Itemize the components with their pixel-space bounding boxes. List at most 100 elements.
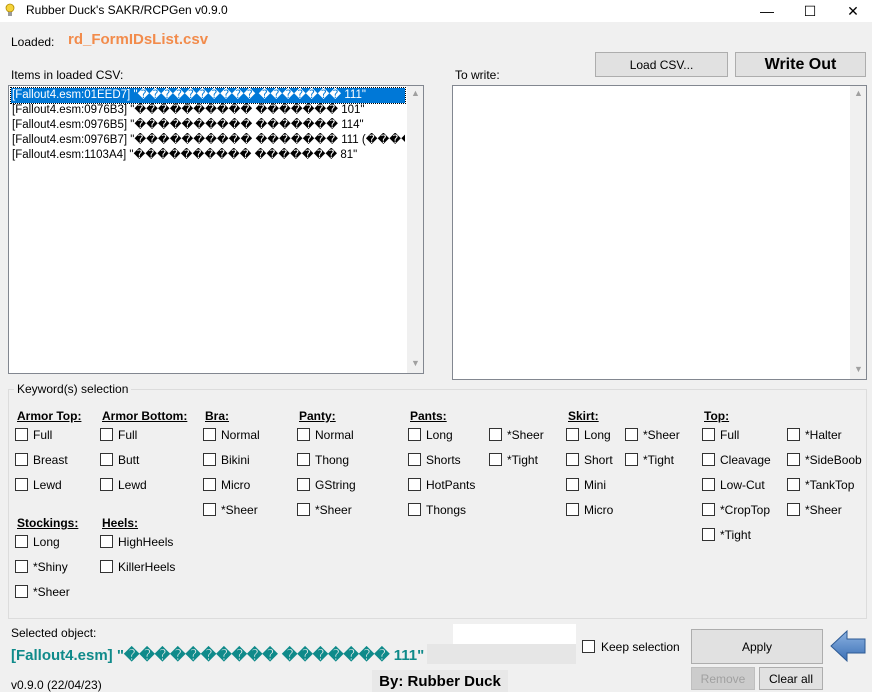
scroll-down-icon[interactable]: ▼ — [854, 364, 863, 374]
list-item[interactable]: [Fallout4.esm:0976B3] "���������� ������… — [11, 103, 405, 118]
keep-selection-label: Keep selection — [601, 640, 680, 654]
csv-items-list[interactable]: [Fallout4.esm:01EED7] "���������� ������… — [8, 85, 424, 374]
stockings-shiny-checkbox[interactable] — [15, 560, 28, 573]
checkbox-label: Cleavage — [720, 453, 771, 467]
to-write-scrollbar[interactable]: ▲ ▼ — [850, 86, 866, 379]
top-full-checkbox[interactable] — [702, 428, 715, 441]
panty-normal-checkbox[interactable] — [297, 428, 310, 441]
to-write-label: To write: — [455, 68, 500, 82]
checkbox-label: Lewd — [118, 478, 147, 492]
checkbox-label: Breast — [33, 453, 68, 467]
checkbox-label: *SideBoob — [805, 453, 862, 467]
checkbox-label: *Halter — [805, 428, 842, 442]
bra-micro-checkbox[interactable] — [203, 478, 216, 491]
checkbox-label: Micro — [584, 503, 614, 517]
list-item[interactable]: [Fallout4.esm:0976B7] "���������� ������… — [11, 133, 405, 148]
checkbox-label: *Sheer — [643, 428, 680, 442]
to-write-textbox[interactable]: ▲ ▼ — [452, 85, 867, 380]
stockings-long-checkbox[interactable] — [15, 535, 28, 548]
list-item[interactable]: [Fallout4.esm:01EED7] "���������� ������… — [10, 87, 406, 104]
bra-normal-checkbox[interactable] — [203, 428, 216, 441]
output-textbox-bottom[interactable] — [453, 624, 576, 644]
armor-top-full-checkbox[interactable] — [15, 428, 28, 441]
checkbox-label: *Sheer — [221, 503, 258, 517]
checkbox-label: *TankTop — [805, 478, 855, 492]
checkbox-label: Normal — [221, 428, 260, 442]
bra-bikini-checkbox[interactable] — [203, 453, 216, 466]
checkbox-label: Mini — [584, 478, 607, 492]
loaded-label: Loaded: — [11, 35, 55, 49]
top-sideboob-checkbox[interactable] — [787, 453, 800, 466]
clear-all-button[interactable]: Clear all — [759, 667, 823, 690]
checkbox-label: *Sheer — [315, 503, 352, 517]
skirt-micro-checkbox[interactable] — [566, 503, 579, 516]
selected-object-label: Selected object: — [11, 626, 97, 640]
armor-top-lewd-checkbox[interactable] — [15, 478, 28, 491]
remove-button[interactable]: Remove — [691, 667, 755, 690]
list-item[interactable]: [Fallout4.esm:1103A4] "���������� ������… — [11, 148, 405, 163]
minimize-button[interactable]: — — [746, 0, 788, 22]
skirt-mini-checkbox[interactable] — [566, 478, 579, 491]
bra-title: Bra: — [205, 409, 230, 423]
write-out-button[interactable]: Write Out — [735, 52, 866, 77]
window-title: Rubber Duck's SAKR/RCPGen v0.9.0 — [26, 3, 228, 17]
pants-thongs-checkbox[interactable] — [408, 503, 421, 516]
scroll-up-icon[interactable]: ▲ — [411, 88, 420, 98]
pants-long-checkbox[interactable] — [408, 428, 421, 441]
armor-bottom-title: Armor Bottom: — [102, 409, 188, 423]
checkbox-label: *Sheer — [805, 503, 842, 517]
armor-bottom-butt-checkbox[interactable] — [100, 453, 113, 466]
top-halter-checkbox[interactable] — [787, 428, 800, 441]
scroll-down-icon[interactable]: ▼ — [411, 358, 420, 368]
skirt-sheer-checkbox[interactable] — [625, 428, 638, 441]
top-cleavage-checkbox[interactable] — [702, 453, 715, 466]
keep-selection-checkbox[interactable] — [582, 640, 595, 653]
checkbox-label: HotPants — [426, 478, 476, 492]
pants-tight-checkbox[interactable] — [489, 453, 502, 466]
selected-object-value: [Fallout4.esm] "���������� ������� 111" — [11, 647, 425, 664]
checkbox-label: Shorts — [426, 453, 461, 467]
skirt-short-checkbox[interactable] — [566, 453, 579, 466]
stockings-sheer-checkbox[interactable] — [15, 585, 28, 598]
checkbox-label: *Sheer — [33, 585, 70, 599]
scroll-up-icon[interactable]: ▲ — [854, 88, 863, 98]
heels-highheels-checkbox[interactable] — [100, 535, 113, 548]
stockings-title: Stockings: — [17, 516, 79, 530]
top-croptop-checkbox[interactable] — [702, 503, 715, 516]
list-item[interactable]: [Fallout4.esm:0976B5] "���������� ������… — [11, 118, 405, 133]
armor-bottom-full-checkbox[interactable] — [100, 428, 113, 441]
bra-sheer-checkbox[interactable] — [203, 503, 216, 516]
skirt-title: Skirt: — [568, 409, 599, 423]
checkbox-label: *Shiny — [33, 560, 68, 574]
apply-button[interactable]: Apply — [691, 629, 823, 664]
skirt-long-checkbox[interactable] — [566, 428, 579, 441]
heels-killerheels-checkbox[interactable] — [100, 560, 113, 573]
checkbox-label: Butt — [118, 453, 140, 467]
close-button[interactable]: ✕ — [832, 0, 872, 22]
top-tight-checkbox[interactable] — [702, 528, 715, 541]
armor-top-title: Armor Top: — [17, 409, 82, 423]
checkbox-label: Micro — [221, 478, 251, 492]
pants-shorts-checkbox[interactable] — [408, 453, 421, 466]
top-tanktop-checkbox[interactable] — [787, 478, 800, 491]
panty-gstring-checkbox[interactable] — [297, 478, 310, 491]
checkbox-label: HighHeels — [118, 535, 174, 549]
checkbox-label: Full — [33, 428, 53, 442]
top-low-cut-checkbox[interactable] — [702, 478, 715, 491]
load-csv-button[interactable]: Load CSV... — [595, 52, 728, 77]
panty-title: Panty: — [299, 409, 336, 423]
checkbox-label: Short — [584, 453, 613, 467]
skirt-tight-checkbox[interactable] — [625, 453, 638, 466]
csv-list-scrollbar[interactable]: ▲ ▼ — [407, 86, 423, 373]
top-sheer-checkbox[interactable] — [787, 503, 800, 516]
pants-title: Pants: — [410, 409, 447, 423]
checkbox-label: Long — [33, 535, 60, 549]
checkbox-label: *Tight — [643, 453, 674, 467]
armor-bottom-lewd-checkbox[interactable] — [100, 478, 113, 491]
armor-top-breast-checkbox[interactable] — [15, 453, 28, 466]
pants-sheer-checkbox[interactable] — [489, 428, 502, 441]
panty-thong-checkbox[interactable] — [297, 453, 310, 466]
maximize-button[interactable]: ☐ — [789, 0, 831, 22]
pants-hotpants-checkbox[interactable] — [408, 478, 421, 491]
panty-sheer-checkbox[interactable] — [297, 503, 310, 516]
